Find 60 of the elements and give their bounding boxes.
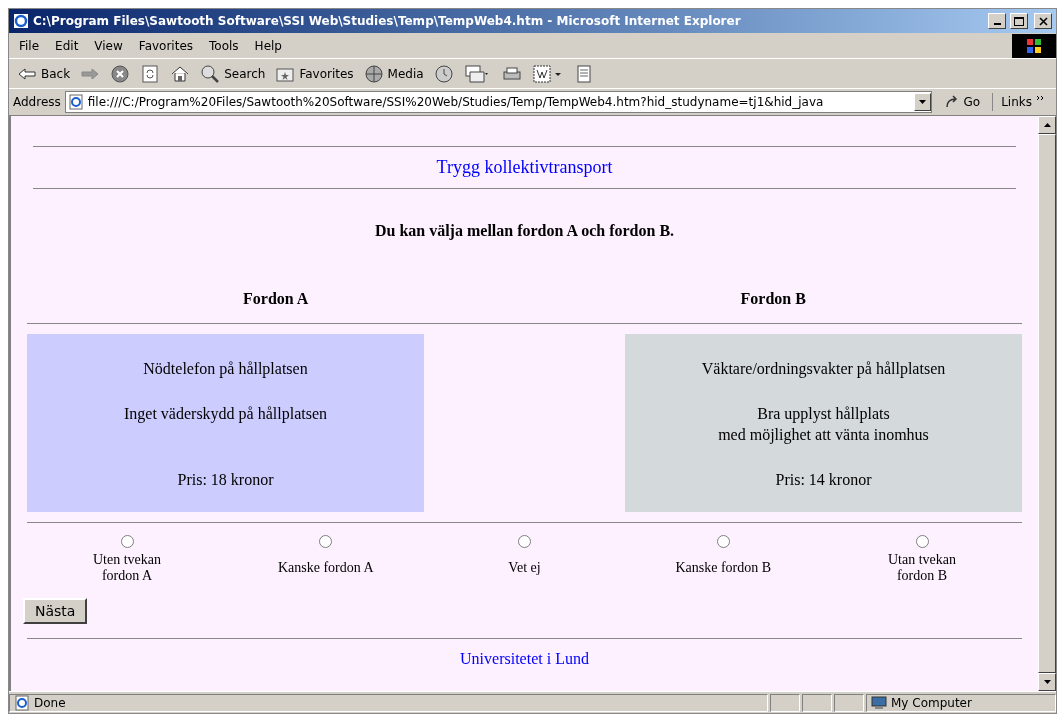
status-text: Done bbox=[34, 694, 66, 712]
maximize-button[interactable] bbox=[1010, 13, 1028, 29]
option-label: Uten tvekan fordon A bbox=[93, 552, 161, 584]
browser-logo-icon bbox=[13, 13, 29, 29]
page-icon bbox=[67, 94, 84, 110]
close-icon bbox=[1038, 16, 1048, 26]
curved-arrow-icon bbox=[943, 94, 960, 110]
question-text: Du kan välja mellan fordon A och fordon B. bbox=[374, 221, 675, 242]
scrollbar[interactable] bbox=[1038, 116, 1056, 691]
search-icon bbox=[200, 63, 221, 84]
menu-item[interactable]: File bbox=[13, 36, 46, 55]
radio-button[interactable] bbox=[716, 535, 730, 548]
go-button[interactable]: Go bbox=[935, 93, 989, 111]
option-label: Vet ej bbox=[508, 559, 541, 577]
globe-icon bbox=[363, 63, 384, 84]
card-text: Bra upplyst hållplats med möjlighet att vänta inomhus bbox=[718, 404, 929, 445]
stop-icon[interactable] bbox=[110, 63, 131, 84]
toolbar-button[interactable]: Media bbox=[363, 63, 424, 84]
menu-item[interactable]: Edit bbox=[49, 36, 85, 55]
close-button[interactable] bbox=[1034, 13, 1052, 29]
card-text: Nödtelefon på hållplatsen bbox=[143, 359, 308, 379]
radio-button[interactable] bbox=[120, 535, 134, 548]
toolbar-button[interactable]: Search bbox=[200, 63, 266, 84]
menu-item[interactable]: View bbox=[88, 36, 129, 55]
dropdown-button[interactable] bbox=[913, 93, 931, 111]
option-label: Kanske fordon B bbox=[675, 559, 772, 577]
menu-item[interactable]: Help bbox=[248, 36, 288, 55]
card-text: Inget väderskydd på hållplatsen bbox=[123, 404, 327, 424]
page-heading: Trygg kollektivtransport bbox=[436, 156, 613, 179]
windows-logo-icon bbox=[1012, 33, 1056, 58]
next-button[interactable]: Nästa bbox=[23, 598, 88, 624]
column-heading: Fordon B bbox=[740, 289, 806, 309]
option-label: Utan tvekan fordon B bbox=[888, 552, 956, 584]
page-icon bbox=[14, 694, 30, 711]
document-icon[interactable] bbox=[531, 63, 564, 84]
menu-item[interactable]: Favorites bbox=[132, 36, 200, 55]
minimize-button[interactable] bbox=[988, 13, 1006, 29]
zone-text: My Computer bbox=[891, 694, 972, 712]
toolbar-button[interactable]: Favorites bbox=[275, 63, 354, 84]
radio-button[interactable] bbox=[915, 535, 929, 548]
radio-button[interactable] bbox=[518, 535, 531, 548]
menu-item[interactable]: Tools bbox=[203, 36, 245, 55]
caret-icon bbox=[918, 100, 926, 104]
clock-icon[interactable] bbox=[433, 63, 454, 84]
address-field[interactable]: file:///C:/Program%20Files/Sawtooth%20Software/SSI%20Web/Studies/Temp/TempWeb4.htm?hid_studyname=tj1&hid_java bbox=[64, 91, 932, 113]
option-label: Kanske fordon A bbox=[277, 559, 374, 577]
links-button[interactable]: Links bbox=[992, 93, 1052, 111]
toolbar-button[interactable]: Back bbox=[17, 63, 71, 84]
refresh-icon[interactable] bbox=[140, 63, 161, 84]
column-heading: Fordon A bbox=[243, 289, 309, 309]
down-arrow-icon bbox=[1043, 680, 1051, 684]
radio-button[interactable] bbox=[319, 535, 333, 548]
footer-link[interactable]: Universitetet i Lund bbox=[460, 647, 589, 671]
card-text: Pris: 14 kronor bbox=[775, 470, 872, 490]
address-label: Address bbox=[13, 94, 61, 111]
card-text: Pris: 18 kronor bbox=[177, 470, 274, 490]
card-text: Väktare/ordningsvakter på hållplatsen bbox=[701, 359, 946, 379]
chevron-icon bbox=[1036, 95, 1044, 101]
window-title: C:\Program Files\Sawtooth Software\SSI Web\Studies\Temp\TempWeb4.htm - Microsoft Internet Explorer bbox=[33, 13, 742, 30]
up-arrow-icon bbox=[1043, 123, 1051, 127]
